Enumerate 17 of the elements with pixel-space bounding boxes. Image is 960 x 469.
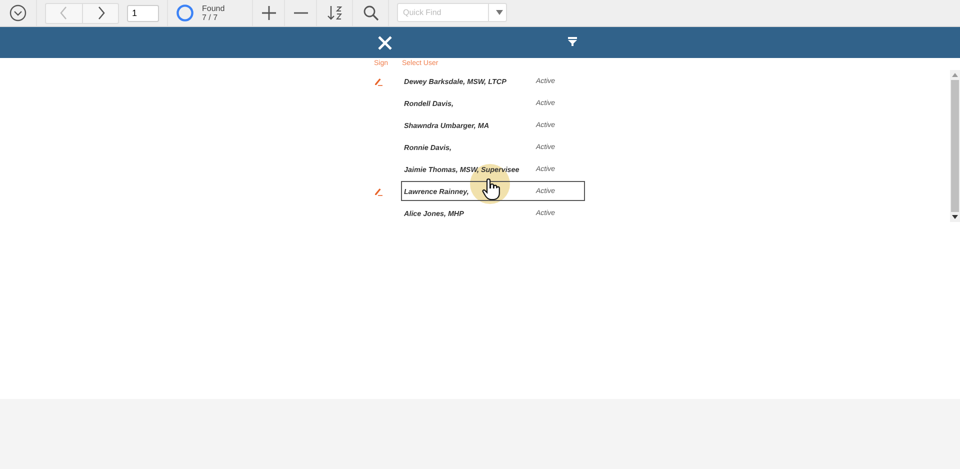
scroll-down-icon[interactable]: [952, 215, 958, 219]
close-icon[interactable]: [378, 36, 392, 50]
ring-icon: [176, 4, 194, 22]
chevron-left-icon: [59, 6, 69, 20]
scrollbar[interactable]: [950, 70, 960, 222]
found-label: Found: [202, 4, 225, 13]
search-icon[interactable]: [362, 5, 378, 21]
quick-find-field[interactable]: Quick Find: [397, 3, 507, 22]
found-count: 7 / 7: [202, 13, 219, 22]
page-field[interactable]: 1: [127, 4, 159, 22]
collapse-icon[interactable]: [9, 4, 27, 22]
plus-icon[interactable]: [262, 6, 276, 20]
filter-icon[interactable]: [568, 37, 577, 46]
chevron-right-icon: [96, 6, 106, 20]
hand-cursor-icon: [482, 178, 500, 200]
sort-icon[interactable]: [326, 5, 342, 21]
dropdown-icon[interactable]: [496, 10, 503, 15]
